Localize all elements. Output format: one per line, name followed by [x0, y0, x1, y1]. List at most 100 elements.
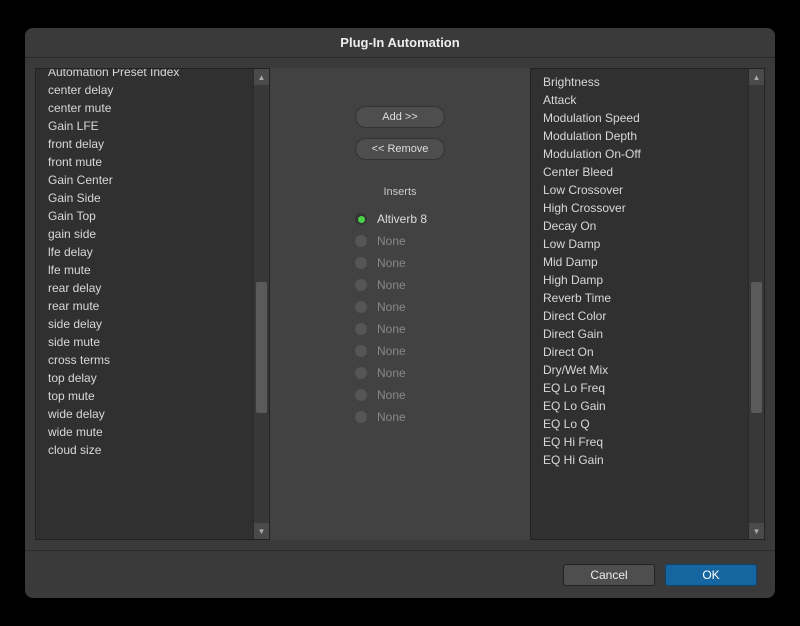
list-item[interactable]: Attack	[543, 91, 748, 109]
list-item[interactable]: Gain Side	[48, 189, 253, 207]
insert-slot[interactable]: None	[325, 340, 475, 362]
insert-slot[interactable]: None	[325, 318, 475, 340]
insert-label: None	[377, 234, 406, 248]
ok-button-label: OK	[702, 568, 719, 582]
list-item[interactable]: Low Damp	[543, 235, 748, 253]
insert-slot[interactable]: None	[325, 296, 475, 318]
list-item[interactable]: side delay	[48, 315, 253, 333]
insert-slot[interactable]: Altiverb 8	[325, 208, 475, 230]
cancel-button-label: Cancel	[590, 568, 627, 582]
list-item[interactable]: lfe mute	[48, 261, 253, 279]
plugin-automation-window: Plug-In Automation Automation Preset Ind…	[25, 28, 775, 598]
list-item[interactable]: Automation Preset Index	[48, 69, 253, 81]
add-button[interactable]: Add >>	[355, 106, 445, 128]
radio-icon[interactable]	[355, 411, 367, 423]
footer: Cancel OK	[25, 550, 775, 598]
insert-slot[interactable]: None	[325, 252, 475, 274]
list-item[interactable]: top delay	[48, 369, 253, 387]
list-item[interactable]: Direct Gain	[543, 325, 748, 343]
list-item[interactable]: front mute	[48, 153, 253, 171]
scroll-thumb[interactable]	[256, 282, 267, 413]
list-item[interactable]: Decay On	[543, 217, 748, 235]
left-scrollbar[interactable]: ▲ ▼	[253, 69, 269, 539]
insert-label: None	[377, 366, 406, 380]
list-item[interactable]: side mute	[48, 333, 253, 351]
list-item[interactable]: front delay	[48, 135, 253, 153]
scroll-track[interactable]	[749, 85, 764, 523]
scroll-thumb[interactable]	[751, 282, 762, 413]
ok-button[interactable]: OK	[665, 564, 757, 586]
insert-slot[interactable]: None	[325, 230, 475, 252]
list-item[interactable]: Gain LFE	[48, 117, 253, 135]
insert-label: None	[377, 256, 406, 270]
list-item[interactable]: cloud size	[48, 441, 253, 459]
remove-button[interactable]: << Remove	[355, 138, 445, 160]
insert-slot[interactable]: None	[325, 384, 475, 406]
content-area: Automation Preset Indexcenter delaycente…	[35, 68, 765, 540]
radio-icon[interactable]	[355, 213, 367, 225]
list-item[interactable]: EQ Hi Gain	[543, 451, 748, 469]
list-item[interactable]: EQ Lo Gain	[543, 397, 748, 415]
radio-icon[interactable]	[355, 279, 367, 291]
radio-icon[interactable]	[355, 389, 367, 401]
scroll-up-icon[interactable]: ▲	[254, 69, 269, 85]
list-item[interactable]: lfe delay	[48, 243, 253, 261]
list-item[interactable]: EQ Hi Freq	[543, 433, 748, 451]
list-item[interactable]: Gain Center	[48, 171, 253, 189]
insert-slot[interactable]: None	[325, 362, 475, 384]
list-item[interactable]: Direct Color	[543, 307, 748, 325]
inserts-list: Altiverb 8 None None None None None None None No…	[325, 208, 475, 428]
add-button-label: Add >>	[382, 111, 417, 123]
list-item[interactable]: rear delay	[48, 279, 253, 297]
titlebar: Plug-In Automation	[25, 28, 775, 58]
list-item[interactable]: center mute	[48, 99, 253, 117]
radio-icon[interactable]	[355, 345, 367, 357]
scroll-down-icon[interactable]: ▼	[749, 523, 764, 539]
available-params-list[interactable]: Automation Preset Indexcenter delaycente…	[36, 69, 253, 539]
insert-label: None	[377, 388, 406, 402]
list-item[interactable]: Modulation Depth	[543, 127, 748, 145]
list-item[interactable]: High Damp	[543, 271, 748, 289]
available-params-listwrap: Automation Preset Indexcenter delaycente…	[36, 69, 269, 539]
list-item[interactable]: cross terms	[48, 351, 253, 369]
insert-slot[interactable]: None	[325, 406, 475, 428]
remove-button-label: << Remove	[372, 143, 429, 155]
list-item[interactable]: rear mute	[48, 297, 253, 315]
scroll-track[interactable]	[254, 85, 269, 523]
list-item[interactable]: wide delay	[48, 405, 253, 423]
radio-icon[interactable]	[355, 323, 367, 335]
insert-label: Altiverb 8	[377, 212, 427, 226]
cancel-button[interactable]: Cancel	[563, 564, 655, 586]
list-item[interactable]: Modulation Speed	[543, 109, 748, 127]
list-item[interactable]: Low Crossover	[543, 181, 748, 199]
insert-label: None	[377, 322, 406, 336]
enabled-params-list[interactable]: BrightnessAttackModulation SpeedModulati…	[531, 69, 748, 539]
radio-icon[interactable]	[355, 235, 367, 247]
list-item[interactable]: EQ Lo Freq	[543, 379, 748, 397]
list-item[interactable]: top mute	[48, 387, 253, 405]
list-item[interactable]: wide mute	[48, 423, 253, 441]
radio-icon[interactable]	[355, 257, 367, 269]
inserts-heading: Inserts	[383, 186, 416, 198]
list-item[interactable]: Center Bleed	[543, 163, 748, 181]
enabled-params-listwrap: BrightnessAttackModulation SpeedModulati…	[531, 69, 764, 539]
list-item[interactable]: center delay	[48, 81, 253, 99]
list-item[interactable]: Gain Top	[48, 207, 253, 225]
insert-slot[interactable]: None	[325, 274, 475, 296]
scroll-down-icon[interactable]: ▼	[254, 523, 269, 539]
list-item[interactable]: Brightness	[543, 73, 748, 91]
list-item[interactable]: Reverb Time	[543, 289, 748, 307]
insert-label: None	[377, 300, 406, 314]
enabled-params-panel: BrightnessAttackModulation SpeedModulati…	[530, 68, 765, 540]
scroll-up-icon[interactable]: ▲	[749, 69, 764, 85]
list-item[interactable]: Modulation On-Off	[543, 145, 748, 163]
list-item[interactable]: Direct On	[543, 343, 748, 361]
list-item[interactable]: High Crossover	[543, 199, 748, 217]
right-scrollbar[interactable]: ▲ ▼	[748, 69, 764, 539]
list-item[interactable]: Mid Damp	[543, 253, 748, 271]
list-item[interactable]: gain side	[48, 225, 253, 243]
list-item[interactable]: Dry/Wet Mix	[543, 361, 748, 379]
radio-icon[interactable]	[355, 367, 367, 379]
list-item[interactable]: EQ Lo Q	[543, 415, 748, 433]
radio-icon[interactable]	[355, 301, 367, 313]
